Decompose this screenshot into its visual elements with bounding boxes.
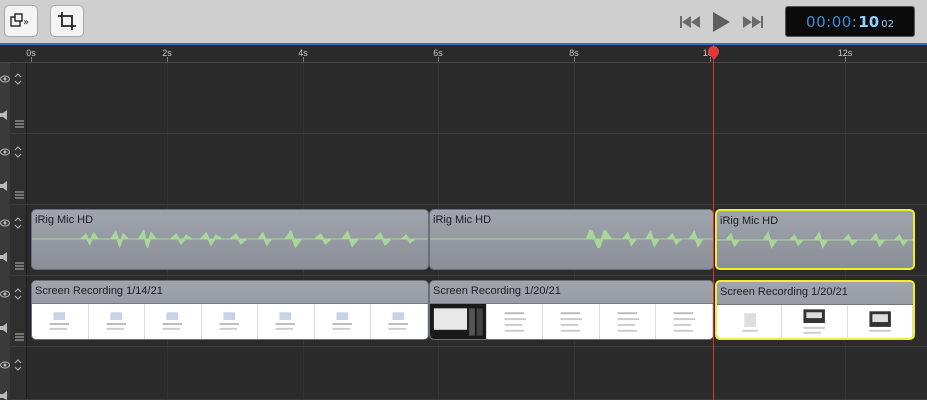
video-thumbnail <box>848 305 913 338</box>
playhead-line <box>713 45 714 400</box>
audio-clip-selected[interactable]: iRig Mic HD <box>715 209 915 270</box>
reorder-arrows-icon[interactable] <box>14 287 22 301</box>
video-thumbnail <box>145 304 202 339</box>
video-thumbnails <box>32 303 428 339</box>
menu-lines-icon[interactable] <box>15 333 24 341</box>
video-clip[interactable]: Screen Recording 1/20/21 <box>429 280 714 340</box>
video-thumbnail <box>430 304 487 339</box>
speaker-icon[interactable] <box>0 323 8 333</box>
play-icon <box>713 12 730 32</box>
eye-icon[interactable] <box>0 361 10 369</box>
timecode-seconds: 10 <box>858 13 880 31</box>
clip-label: iRig Mic HD <box>433 214 492 226</box>
video-clip-selected[interactable]: Screen Recording 1/20/21 <box>715 280 915 340</box>
timeline-ruler[interactable]: 0s 2s 4s 6s 8s 10s 12s <box>0 45 927 63</box>
video-thumbnail <box>89 304 146 339</box>
eye-icon[interactable] <box>0 148 10 156</box>
toolbar: » 00:00: 10 02 <box>0 0 927 45</box>
track-handle[interactable] <box>0 63 10 134</box>
audio-waveform <box>430 230 713 248</box>
video-thumbnail <box>202 304 259 339</box>
eye-icon[interactable] <box>0 219 10 227</box>
skip-forward-button[interactable] <box>738 10 768 34</box>
clip-label: iRig Mic HD <box>35 214 94 226</box>
clip-label: Screen Recording 1/14/21 <box>35 285 163 297</box>
audio-clip[interactable]: iRig Mic HD <box>429 209 714 270</box>
pip-layout-button[interactable]: » <box>4 5 38 37</box>
video-thumbnail <box>717 305 783 338</box>
speaker-icon[interactable] <box>0 252 8 262</box>
ruler-tick <box>438 57 439 62</box>
skip-forward-icon <box>743 16 763 28</box>
track-handle[interactable] <box>0 205 10 276</box>
clip-label: iRig Mic HD <box>720 215 779 227</box>
timecode-display: 00:00: 10 02 <box>785 6 915 37</box>
video-thumbnail <box>600 304 657 339</box>
audio-clip[interactable]: iRig Mic HD <box>31 209 429 270</box>
video-thumbnail <box>258 304 315 339</box>
reorder-arrows-icon[interactable] <box>14 358 22 372</box>
reorder-arrows-icon[interactable] <box>14 72 22 86</box>
reorder-arrows-icon[interactable] <box>14 145 22 159</box>
track-row-video[interactable]: Screen Recording 1/14/21 Screen Recordin… <box>0 276 927 347</box>
video-thumbnail <box>371 304 428 339</box>
clip-label: Screen Recording 1/20/21 <box>720 286 848 298</box>
menu-lines-icon[interactable] <box>15 120 24 128</box>
audio-waveform <box>32 230 428 248</box>
crop-button[interactable] <box>50 5 84 37</box>
picture-in-picture-icon: » <box>10 13 29 28</box>
track-row-2[interactable] <box>0 134 927 205</box>
video-thumbnails <box>717 304 913 338</box>
eye-icon[interactable] <box>0 75 10 83</box>
speaker-icon[interactable] <box>0 181 8 191</box>
track-row-audio[interactable]: iRig Mic HD iRig Mic HD iRig Mic HD <box>0 205 927 276</box>
skip-back-button[interactable] <box>675 10 705 34</box>
ruler-tick <box>845 57 846 62</box>
timecode-hours-minutes: 00:00: <box>806 13 858 31</box>
ruler-tick <box>167 57 168 62</box>
video-thumbnail <box>32 304 89 339</box>
speaker-icon[interactable] <box>0 391 8 400</box>
clip-label: Screen Recording 1/20/21 <box>433 285 561 297</box>
speaker-icon[interactable] <box>0 110 8 120</box>
track-row-5[interactable] <box>0 347 927 400</box>
crop-icon <box>58 12 76 30</box>
skip-back-icon <box>680 16 700 28</box>
video-thumbnails <box>430 303 713 339</box>
timeline-tracks[interactable]: iRig Mic HD iRig Mic HD iRig Mic HD Scre… <box>0 63 927 400</box>
track-handle[interactable] <box>0 276 10 347</box>
svg-text:»: » <box>23 17 29 28</box>
eye-icon[interactable] <box>0 290 10 298</box>
play-button[interactable] <box>706 10 736 34</box>
video-clip[interactable]: Screen Recording 1/14/21 <box>31 280 429 340</box>
ruler-tick <box>31 57 32 62</box>
track-row-1[interactable] <box>0 63 927 134</box>
video-thumbnail <box>543 304 600 339</box>
video-thumbnail <box>656 304 713 339</box>
ruler-tick <box>574 57 575 62</box>
menu-lines-icon[interactable] <box>15 262 24 270</box>
track-handle[interactable] <box>0 134 10 205</box>
reorder-arrows-icon[interactable] <box>14 216 22 230</box>
video-thumbnail <box>782 305 848 338</box>
timecode-frames: 02 <box>881 19 894 30</box>
video-thumbnail <box>315 304 372 339</box>
menu-lines-icon[interactable] <box>15 191 24 199</box>
video-thumbnail <box>487 304 544 339</box>
playhead-pointer <box>710 55 718 60</box>
audio-waveform <box>717 231 913 249</box>
ruler-tick <box>303 57 304 62</box>
